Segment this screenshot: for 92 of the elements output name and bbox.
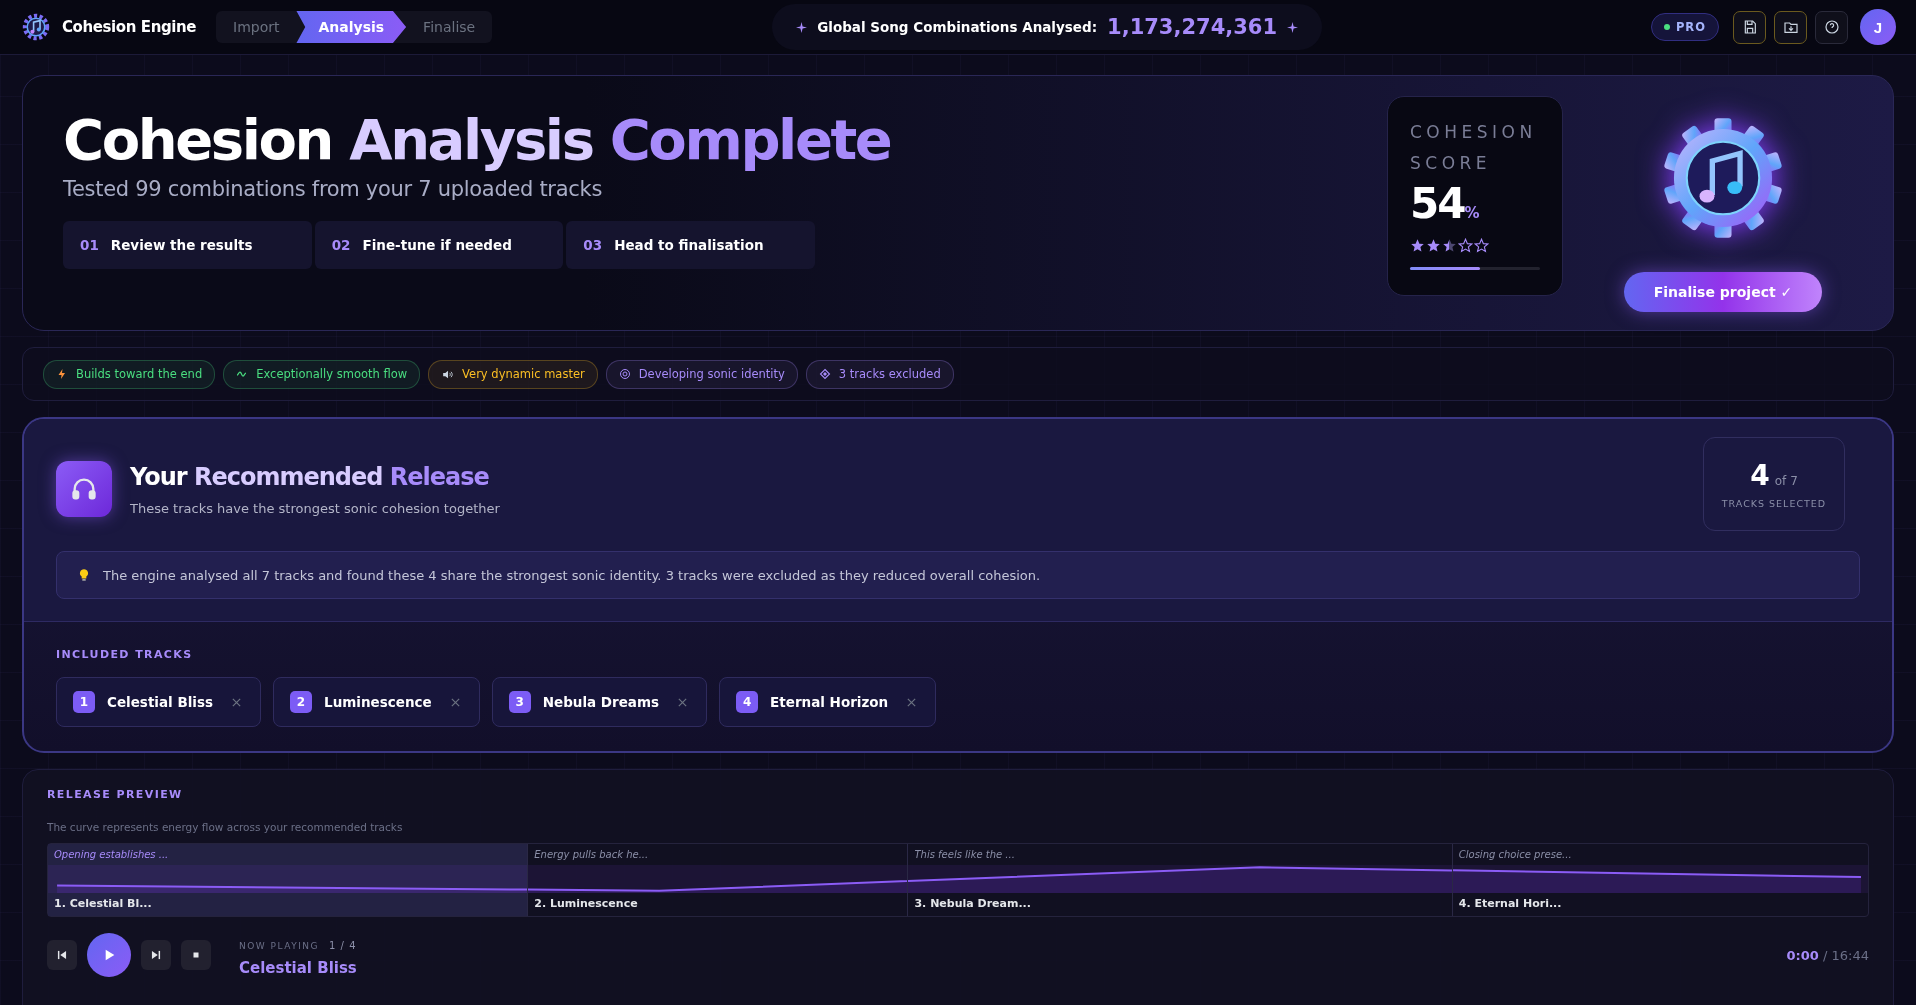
track-position: 1 / 4 — [329, 939, 357, 951]
gear-music-icon — [20, 11, 52, 43]
headphones-icon — [56, 461, 112, 517]
user-avatar[interactable]: J — [1860, 9, 1896, 45]
counter-value: 1,173,274,361 — [1107, 15, 1278, 39]
step-tab[interactable]: Finalise — [406, 11, 493, 43]
page-subtitle: Tested 99 combinations from your 7 uploaded tracks — [63, 177, 604, 202]
now-playing-label: NOW PLAYING — [239, 940, 320, 951]
close-icon[interactable] — [906, 696, 918, 708]
step-label: Review the results — [110, 237, 253, 254]
track-number: 2 — [290, 691, 313, 713]
score-value: 54 — [1410, 179, 1465, 228]
track-number: 3 — [508, 691, 531, 713]
tag-label: 3 tracks excluded — [838, 367, 941, 381]
step-number: 01 — [80, 237, 99, 254]
star-icon — [1458, 238, 1473, 253]
play-button[interactable] — [87, 933, 131, 977]
segment-caption: Energy pulls back he... — [533, 849, 650, 860]
segment-title: 4. Eternal Hori... — [1457, 897, 1563, 910]
star-icon — [1442, 238, 1457, 253]
tag-label: Builds toward the end — [76, 367, 203, 381]
preview-caption: The curve represents energy flow across your recommended tracks — [47, 821, 404, 833]
target-icon — [618, 368, 631, 380]
lightning-icon — [56, 368, 68, 380]
track-name: Luminescence — [324, 694, 432, 710]
tag-label: Exceptionally smooth flow — [256, 367, 408, 381]
page-title: Cohesion Analysis Complete — [63, 106, 892, 174]
next-button[interactable] — [141, 940, 171, 970]
close-icon[interactable] — [677, 696, 689, 708]
segment-caption: Opening establishes ... — [53, 849, 170, 860]
timeline-segment[interactable]: Closing choice prese... 4. Eternal Hori... — [1452, 844, 1868, 916]
timeline-segment[interactable]: This feels like the ... 3. Nebula Dream... — [908, 844, 1453, 916]
segment-title: 2. Luminescence — [533, 897, 639, 910]
track-chip[interactable]: 2 Luminescence — [273, 677, 480, 727]
diamond-icon — [818, 368, 831, 380]
tag-label: Very dynamic master — [462, 367, 585, 381]
stop-icon — [191, 950, 201, 960]
close-icon[interactable] — [449, 696, 461, 708]
folder-download-icon — [1782, 19, 1799, 35]
track-name: Nebula Dreams — [542, 694, 660, 710]
score-unit: % — [1464, 204, 1480, 222]
score-label: COHESION SCORE — [1410, 121, 1538, 175]
help-button[interactable] — [1815, 10, 1848, 44]
track-chip[interactable]: 4 Eternal Horizon — [719, 677, 937, 727]
step-label: Head to finalisation — [614, 237, 764, 254]
star-icon — [1426, 238, 1441, 253]
sparkle-icon — [796, 21, 808, 33]
segment-title: 3. Nebula Dream... — [913, 897, 1032, 910]
total-time: / 16:44 — [1823, 947, 1869, 963]
previous-button[interactable] — [47, 940, 77, 970]
step-tab[interactable]: Import — [216, 11, 297, 43]
sparkle-icon — [1287, 21, 1299, 33]
track-chip[interactable]: 1 Celestial Bliss — [56, 677, 262, 727]
timeline-segment[interactable]: Opening establishes ... 1. Celestial Bl... — [48, 844, 529, 916]
pro-badge: PRO — [1650, 13, 1719, 41]
help-icon — [1823, 19, 1840, 35]
timeline-segment[interactable]: Energy pulls back he... 2. Luminescence — [528, 844, 909, 916]
track-number: 1 — [73, 691, 95, 713]
segment-caption: This feels like the ... — [913, 849, 1016, 860]
step-number: 02 — [331, 237, 351, 254]
star-icon — [1474, 238, 1489, 253]
lightbulb-icon — [77, 568, 91, 582]
section-title: Your Recommended Release — [130, 462, 490, 491]
track-number: 4 — [736, 691, 759, 713]
section-subtitle: These tracks have the strongest sonic cohesion together — [130, 500, 501, 516]
step-tab[interactable]: Analysis — [296, 11, 407, 43]
segment-title: 1. Celestial Bl... — [53, 897, 153, 910]
now-playing-title: Celestial Bliss — [239, 958, 357, 977]
step-number: 03 — [583, 237, 603, 254]
elapsed-time: 0:00 — [1786, 947, 1819, 963]
step-label: Fine-tune if needed — [362, 237, 512, 254]
download-button[interactable] — [1774, 10, 1807, 44]
track-name: Celestial Bliss — [107, 694, 214, 710]
stop-button[interactable] — [181, 940, 211, 970]
skip-forward-icon — [149, 948, 163, 962]
star-icon — [1410, 238, 1425, 253]
counter-label: Global Song Combinations Analysed: — [817, 19, 1098, 35]
segment-caption: Closing choice prese... — [1457, 849, 1573, 860]
close-icon[interactable] — [231, 696, 243, 708]
skip-back-icon — [55, 948, 69, 962]
count-value: 4 — [1750, 459, 1770, 492]
app-name: Cohesion Engine — [62, 18, 197, 36]
note-text: The engine analysed all 7 tracks and found these 4 share the strongest sonic identity. 3 tracks were excluded as they reduced overall cohesion. — [103, 567, 1041, 583]
section-label: INCLUDED TRACKS — [56, 648, 194, 661]
track-name: Eternal Horizon — [770, 694, 889, 710]
count-label: TRACKS SELECTED — [1721, 498, 1827, 509]
save-button[interactable] — [1733, 10, 1766, 44]
count-total: of 7 — [1774, 474, 1798, 488]
finalise-button[interactable]: Finalise project ✓ — [1623, 272, 1823, 312]
section-label: RELEASE PREVIEW — [47, 788, 184, 801]
track-chip[interactable]: 3 Nebula Dreams — [491, 677, 708, 727]
tag-label: Developing sonic identity — [638, 367, 785, 381]
